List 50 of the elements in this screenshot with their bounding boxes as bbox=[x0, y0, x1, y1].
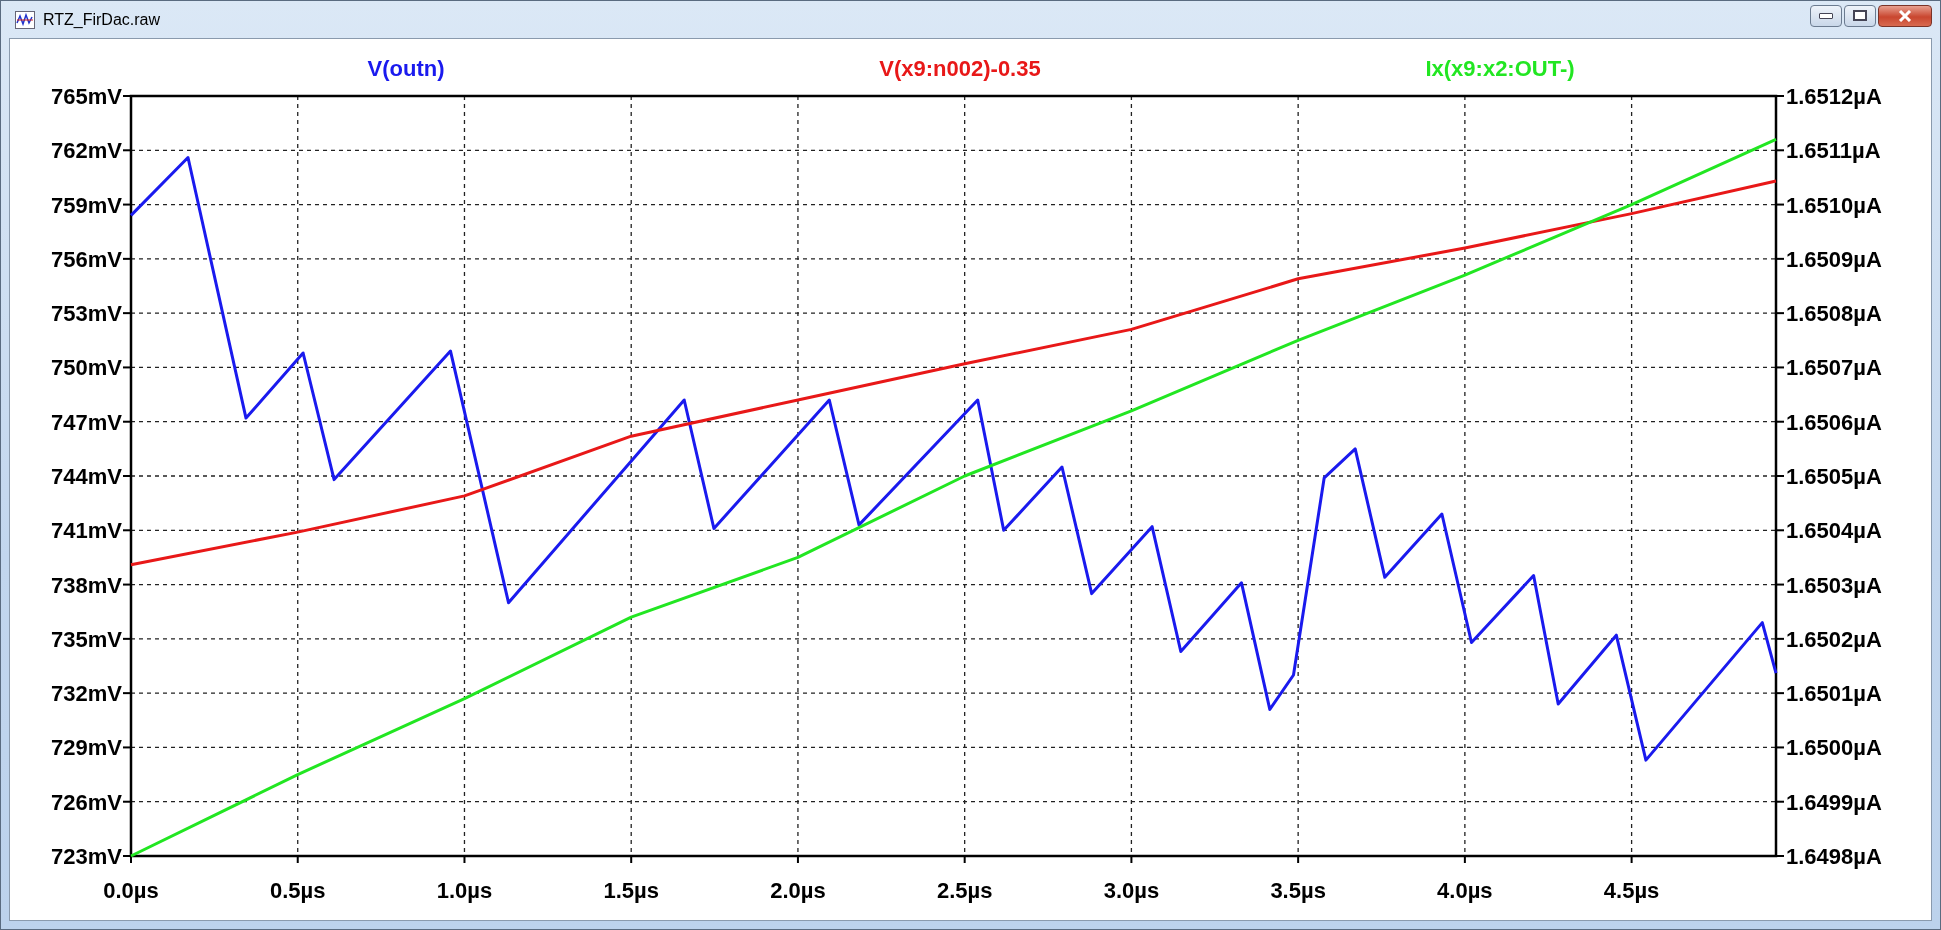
y-tick-label: 747mV bbox=[51, 409, 122, 435]
y-tick-label: 759mV bbox=[51, 192, 122, 218]
minimize-icon bbox=[1819, 12, 1833, 19]
y-tick-label: 744mV bbox=[51, 464, 122, 489]
x-tick-label: 0.5µs bbox=[270, 878, 326, 903]
x-tick-label: 1.5µs bbox=[603, 878, 659, 903]
y2-tick-label: 1.6498µA bbox=[1786, 844, 1882, 869]
y2-tick-label: 1.6499µA bbox=[1786, 789, 1882, 815]
y-tick-label: 753mV bbox=[51, 301, 122, 327]
x-tick-label: 3.0µs bbox=[1103, 878, 1160, 903]
y-tick-label: 726mV bbox=[51, 789, 122, 815]
y-tick-label: 729mV bbox=[51, 735, 122, 761]
y2-tick-label: 1.6501µA bbox=[1786, 681, 1882, 707]
y2-tick-label: 1.6502µA bbox=[1786, 626, 1882, 652]
x-tick-label: 2.5µs bbox=[936, 878, 993, 903]
y2-tick-label: 1.6500µA bbox=[1786, 735, 1882, 761]
minimize-button[interactable] bbox=[1810, 4, 1842, 27]
y-tick-label: 750mV bbox=[51, 355, 122, 381]
x-tick-label: 4.5µs bbox=[1603, 878, 1660, 903]
y2-tick-label: 1.6511µA bbox=[1786, 138, 1881, 164]
y2-tick-label: 1.6509µA bbox=[1786, 246, 1882, 272]
maximize-button[interactable] bbox=[1844, 4, 1876, 27]
y2-tick-label: 1.6507µA bbox=[1786, 355, 1882, 381]
y2-tick-label: 1.6508µA bbox=[1786, 301, 1882, 327]
y-tick-label: 741mV bbox=[51, 518, 122, 544]
y2-tick-label: 1.6504µA bbox=[1786, 518, 1882, 544]
y2-tick-label: 1.6506µA bbox=[1786, 409, 1882, 435]
close-button[interactable] bbox=[1878, 4, 1932, 27]
y-tick-label: 765mV bbox=[51, 84, 122, 109]
trace-label[interactable]: V(x9:n002)-0.35 bbox=[879, 56, 1041, 81]
y2-tick-label: 1.6503µA bbox=[1786, 572, 1882, 598]
y-tick-label: 762mV bbox=[51, 138, 122, 164]
y-tick-label: 738mV bbox=[51, 572, 122, 598]
waveform-icon bbox=[15, 10, 35, 29]
x-tick-label: 0.0µs bbox=[103, 878, 159, 903]
y-tick-label: 732mV bbox=[51, 681, 122, 707]
maximize-icon bbox=[1853, 10, 1867, 21]
y2-tick-label: 1.6512µA bbox=[1786, 84, 1882, 109]
y2-tick-label: 1.6505µA bbox=[1786, 464, 1882, 489]
x-tick-label: 1.0µs bbox=[436, 878, 493, 903]
window-title: RTZ_FirDac.raw bbox=[43, 10, 161, 29]
y-tick-label: 756mV bbox=[51, 246, 122, 272]
x-tick-label: 2.0µs bbox=[770, 878, 826, 903]
close-icon bbox=[1897, 9, 1913, 22]
y-tick-label: 735mV bbox=[51, 626, 122, 652]
y-tick-label: 723mV bbox=[51, 844, 122, 869]
y2-tick-label: 1.6510µA bbox=[1786, 192, 1882, 218]
x-tick-label: 3.5µs bbox=[1270, 878, 1326, 903]
trace-label[interactable]: V(outn) bbox=[367, 56, 445, 81]
x-tick-label: 4.0µs bbox=[1437, 878, 1493, 903]
